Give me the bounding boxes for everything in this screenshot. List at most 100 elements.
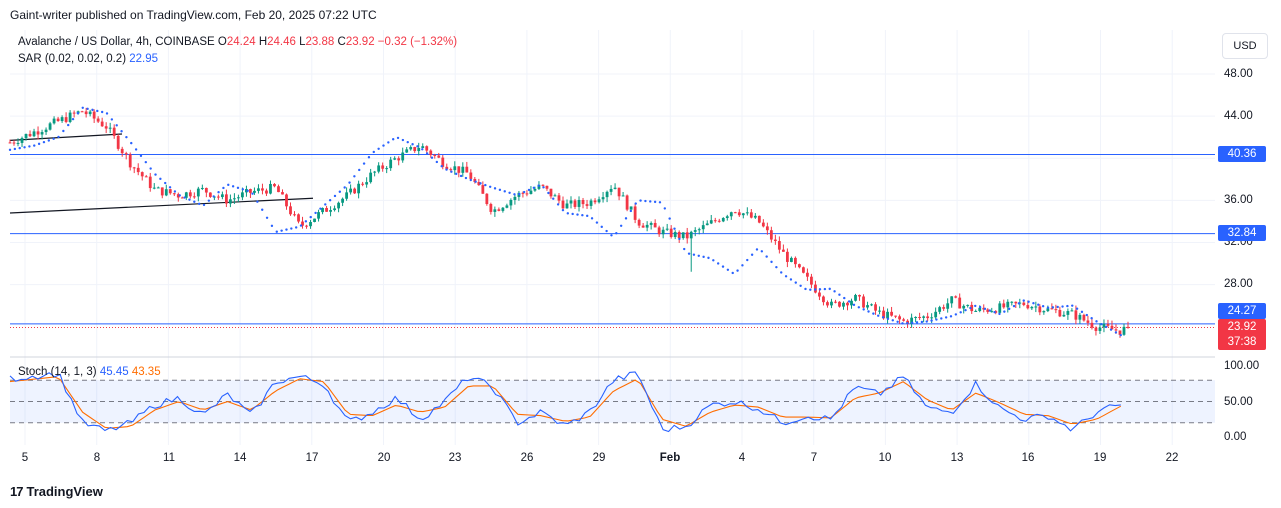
brand-name: TradingView: [26, 484, 103, 499]
candle-body: [617, 187, 621, 197]
candle-body: [285, 194, 288, 207]
candle-body: [990, 311, 994, 313]
sar-dot: [125, 135, 128, 139]
sar-dot: [159, 177, 162, 181]
chart-canvas[interactable]: [0, 0, 1281, 508]
sar-dot: [663, 207, 667, 210]
sar-dot: [780, 271, 783, 274]
sar-dot: [949, 315, 953, 318]
sar-dot: [1041, 304, 1045, 308]
sar-dot: [571, 212, 574, 216]
candle-body: [613, 187, 617, 189]
sar-dot: [227, 183, 230, 187]
candle-body: [80, 111, 84, 113]
candle-body: [433, 155, 437, 157]
candle-body: [1022, 302, 1026, 306]
candle-body: [669, 228, 673, 238]
sar-dot: [503, 190, 506, 193]
x-tick: 5: [21, 452, 29, 464]
candle-body: [501, 207, 505, 211]
price-tick: 36.00: [1224, 194, 1253, 206]
candle-body: [369, 172, 373, 183]
sar-dot: [527, 188, 531, 192]
candle-body: [789, 257, 793, 262]
candle-body: [605, 191, 609, 198]
candle-body: [16, 142, 20, 144]
candle-body: [417, 147, 421, 152]
sar-dot: [1027, 300, 1030, 303]
sar-dot: [843, 296, 846, 300]
sar-dot: [62, 129, 65, 133]
sar-dot: [401, 138, 405, 142]
tradingview-logo[interactable]: 17 TradingView: [10, 484, 103, 499]
candle-body: [20, 138, 24, 143]
sar-dot: [328, 198, 332, 202]
candle-body: [609, 188, 613, 192]
candle-body: [930, 317, 934, 319]
sar-dot: [164, 181, 167, 185]
candle-body: [397, 158, 401, 161]
candle-body: [998, 303, 1002, 313]
candle-body: [437, 155, 441, 158]
candle-body: [112, 127, 116, 136]
candle-body: [361, 183, 365, 185]
sar-dot: [479, 182, 482, 185]
candle-body: [565, 203, 569, 209]
sar-dot: [290, 227, 293, 230]
candle-body: [641, 225, 645, 228]
price-tick: 48.00: [1224, 68, 1253, 80]
stoch-header: Stoch (14, 1, 3) 45.45 43.35: [18, 366, 161, 378]
sar-dot: [37, 142, 41, 146]
level-badge-40: 40.36: [1218, 146, 1266, 162]
candle-body: [208, 192, 212, 197]
candle-body: [1074, 310, 1078, 320]
candle-body: [818, 292, 821, 297]
sar-dot: [256, 200, 259, 203]
sar-dot: [149, 167, 152, 170]
change-value: −0.32 (−1.32%): [377, 36, 458, 48]
sar-dot: [770, 260, 773, 264]
candle-body: [713, 220, 717, 222]
candle-body: [509, 199, 513, 206]
sar-dot: [610, 234, 613, 237]
candle-body: [289, 206, 292, 215]
sar-dot: [653, 200, 657, 204]
sar-dot: [940, 317, 943, 320]
sar-dot: [615, 231, 618, 235]
sar-dot: [71, 117, 75, 121]
sar-dot: [547, 191, 550, 195]
candle-body: [597, 199, 601, 203]
sar-dot: [188, 198, 191, 201]
candle-body: [128, 154, 132, 168]
candle-body: [237, 197, 240, 199]
sar-dot: [1032, 302, 1035, 305]
sar-dot: [1100, 322, 1103, 326]
sar-dot: [450, 170, 453, 173]
candle-body: [305, 225, 308, 227]
sar-dot: [241, 188, 245, 191]
sar-dot: [624, 217, 628, 220]
candle-body: [942, 307, 946, 309]
candle-body: [838, 301, 841, 307]
candle-body: [405, 149, 409, 153]
candle-body: [317, 212, 320, 219]
sar-dot: [959, 311, 962, 314]
sar-dot: [881, 316, 885, 319]
currency-button[interactable]: USD: [1222, 33, 1268, 59]
sar-dot: [906, 322, 909, 325]
candle-body: [1122, 326, 1126, 335]
sar-dot: [852, 303, 856, 307]
candle-body: [794, 257, 797, 265]
x-tick: 20: [377, 452, 391, 464]
sar-dot: [294, 226, 298, 229]
sar-dot: [222, 186, 225, 190]
sar-dot: [493, 187, 497, 190]
candle-body: [261, 188, 264, 191]
candle-body: [200, 187, 204, 189]
sar-dot: [391, 138, 395, 141]
stoch-tick: 50.00: [1224, 396, 1253, 408]
sar-dot: [377, 147, 380, 150]
sar-dot: [697, 254, 700, 257]
candle-body: [220, 194, 224, 198]
sar-dot: [658, 201, 662, 204]
